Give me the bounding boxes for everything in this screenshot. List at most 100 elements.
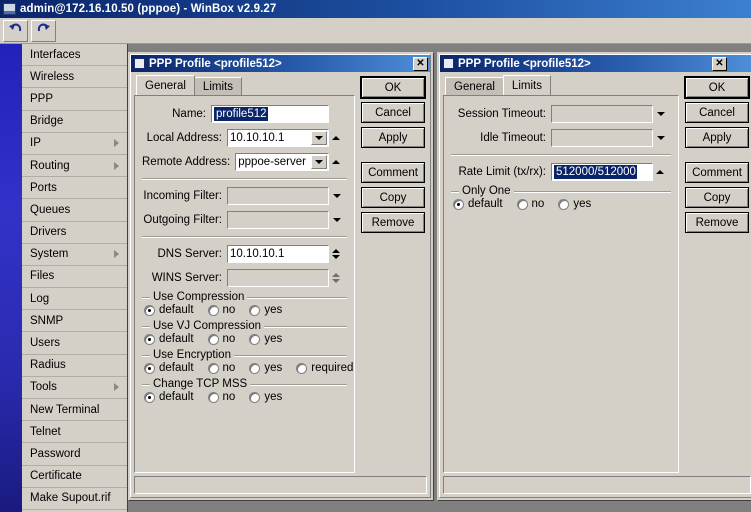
rate-limit-input[interactable]: 512000/512000 (551, 163, 653, 181)
sidebar-item-system[interactable]: System (22, 244, 127, 266)
copy-button[interactable]: Copy (685, 187, 749, 208)
radio-encryption-default[interactable]: default (144, 362, 194, 374)
apply-button[interactable]: Apply (361, 127, 425, 148)
radio-vj-no[interactable]: no (208, 333, 236, 345)
close-icon[interactable]: ✕ (413, 57, 428, 71)
sidebar-item-routing[interactable]: Routing (22, 155, 127, 177)
tab-general[interactable]: General (445, 77, 504, 95)
radio-encryption-yes[interactable]: yes (249, 362, 282, 374)
sidebar-item-log[interactable]: Log (22, 288, 127, 310)
main-toolbar (0, 18, 751, 44)
radio-only-one-default[interactable]: default (453, 198, 503, 210)
dialog-button-column-general: OK Cancel Apply Comment Copy Remove (355, 75, 427, 473)
sidebar-item-ppp[interactable]: PPP (22, 88, 127, 110)
sidebar-item-tools[interactable]: Tools (22, 377, 127, 399)
name-input[interactable]: profile512 (211, 105, 329, 123)
sidebar-item-new-terminal[interactable]: New Terminal (22, 399, 127, 421)
sidebar-item-drivers[interactable]: Drivers (22, 222, 127, 244)
comment-button[interactable]: Comment (361, 162, 425, 183)
chevron-right-icon (114, 162, 119, 170)
ppp-profile-general-dialog[interactable]: PPP Profile <profile512> ✕ General Limit… (128, 52, 433, 500)
rate-limit-up-arrow-icon[interactable] (653, 163, 667, 181)
dns-server-input[interactable]: 10.10.10.1 (227, 245, 329, 263)
tab-limits[interactable]: Limits (194, 77, 242, 95)
radio-encryption-no[interactable]: no (208, 362, 236, 374)
redo-button[interactable] (31, 20, 56, 42)
radio-compression-default[interactable]: default (144, 304, 194, 316)
sidebar-item-snmp[interactable]: SNMP (22, 310, 127, 332)
ppp-profile-limits-dialog[interactable]: PPP Profile <profile512> ✕ General Limit… (437, 52, 751, 500)
sidebar-item-certificate[interactable]: Certificate (22, 466, 127, 488)
session-timeout-combo[interactable] (551, 105, 653, 123)
local-address-combo[interactable]: 10.10.10.1 (227, 129, 329, 147)
comment-button[interactable]: Comment (685, 162, 749, 183)
remove-button[interactable]: Remove (361, 212, 425, 233)
sidebar-item-label: Ports (30, 182, 57, 194)
field-row-wins-server: WINS Server: (142, 268, 347, 288)
chevron-down-icon[interactable] (653, 105, 669, 123)
cancel-button[interactable]: Cancel (361, 102, 425, 123)
chevron-down-icon[interactable] (329, 211, 345, 229)
ok-button[interactable]: OK (685, 77, 749, 98)
sidebar-item-radius[interactable]: Radius (22, 355, 127, 377)
sidebar-item-label: Interfaces (30, 49, 81, 61)
radio-compression-yes[interactable]: yes (249, 304, 282, 316)
group-title: Use Encryption (150, 350, 234, 360)
remote-address-value: pppoe-server (238, 156, 306, 168)
incoming-filter-combo[interactable] (227, 187, 329, 205)
chevron-down-icon[interactable] (329, 187, 345, 205)
sidebar-item-bridge[interactable]: Bridge (22, 111, 127, 133)
main-menu-sidebar: Interfaces WirelessPPPBridgeIPRouting Port… (0, 44, 128, 512)
sidebar-item-wireless[interactable]: Wireless (22, 66, 127, 88)
remote-address-up-arrow-icon[interactable] (329, 153, 343, 171)
chevron-down-icon[interactable] (653, 129, 669, 147)
radio-only-one-yes[interactable]: yes (558, 198, 591, 210)
name-label: Name: (172, 108, 211, 120)
rate-limit-label: Rate Limit (tx/rx): (458, 166, 551, 178)
sidebar-item-password[interactable]: Password (22, 443, 127, 465)
copy-button[interactable]: Copy (361, 187, 425, 208)
sidebar-item-label: Telnet (30, 426, 61, 438)
sidebar-item-ports[interactable]: Ports (22, 177, 127, 199)
radio-mss-yes[interactable]: yes (249, 391, 282, 403)
wins-server-input[interactable] (227, 269, 329, 287)
cancel-button[interactable]: Cancel (685, 102, 749, 123)
sidebar-item-telnet[interactable]: Telnet (22, 421, 127, 443)
radio-encryption-required[interactable]: required (296, 362, 353, 374)
wins-server-spinner[interactable] (329, 269, 343, 287)
close-icon[interactable]: ✕ (712, 57, 727, 71)
main-menu-list: Interfaces WirelessPPPBridgeIPRouting Port… (22, 44, 128, 512)
remote-address-combo[interactable]: pppoe-server (235, 153, 329, 171)
radio-mss-default[interactable]: default (144, 391, 194, 403)
field-row-local-address: Local Address: 10.10.10.1 (142, 128, 347, 148)
chevron-down-icon[interactable] (311, 155, 327, 169)
dialog-title-general: PPP Profile <profile512> (149, 58, 413, 70)
ok-button[interactable]: OK (361, 77, 425, 98)
dialog-titlebar-general[interactable]: PPP Profile <profile512> ✕ (131, 55, 430, 72)
radio-mss-no[interactable]: no (208, 391, 236, 403)
dns-server-spinner[interactable] (329, 245, 343, 263)
apply-button[interactable]: Apply (685, 127, 749, 148)
outgoing-filter-combo[interactable] (227, 211, 329, 229)
sidebar-item-label: Certificate (30, 470, 82, 482)
dialog-status-bar-general (134, 476, 427, 494)
idle-timeout-combo[interactable] (551, 129, 653, 147)
group-title: Only One (459, 186, 514, 196)
sidebar-item-files[interactable]: Files (22, 266, 127, 288)
sidebar-item-users[interactable]: Users (22, 332, 127, 354)
radio-vj-yes[interactable]: yes (249, 333, 282, 345)
radio-only-one-no[interactable]: no (517, 198, 545, 210)
tab-general[interactable]: General (136, 75, 195, 95)
remove-button[interactable]: Remove (685, 212, 749, 233)
dialog-titlebar-limits[interactable]: PPP Profile <profile512> ✕ (440, 55, 751, 72)
undo-button[interactable] (3, 20, 28, 42)
local-address-up-arrow-icon[interactable] (329, 129, 343, 147)
sidebar-item-queues[interactable]: Queues (22, 199, 127, 221)
sidebar-item-ip[interactable]: IP (22, 133, 127, 155)
sidebar-item-make-supout-rif[interactable]: Make Supout.rif (22, 488, 127, 510)
radio-compression-no[interactable]: no (208, 304, 236, 316)
sidebar-item-interfaces[interactable]: Interfaces (22, 44, 127, 66)
tab-limits[interactable]: Limits (503, 75, 551, 95)
radio-vj-default[interactable]: default (144, 333, 194, 345)
chevron-down-icon[interactable] (311, 131, 327, 145)
